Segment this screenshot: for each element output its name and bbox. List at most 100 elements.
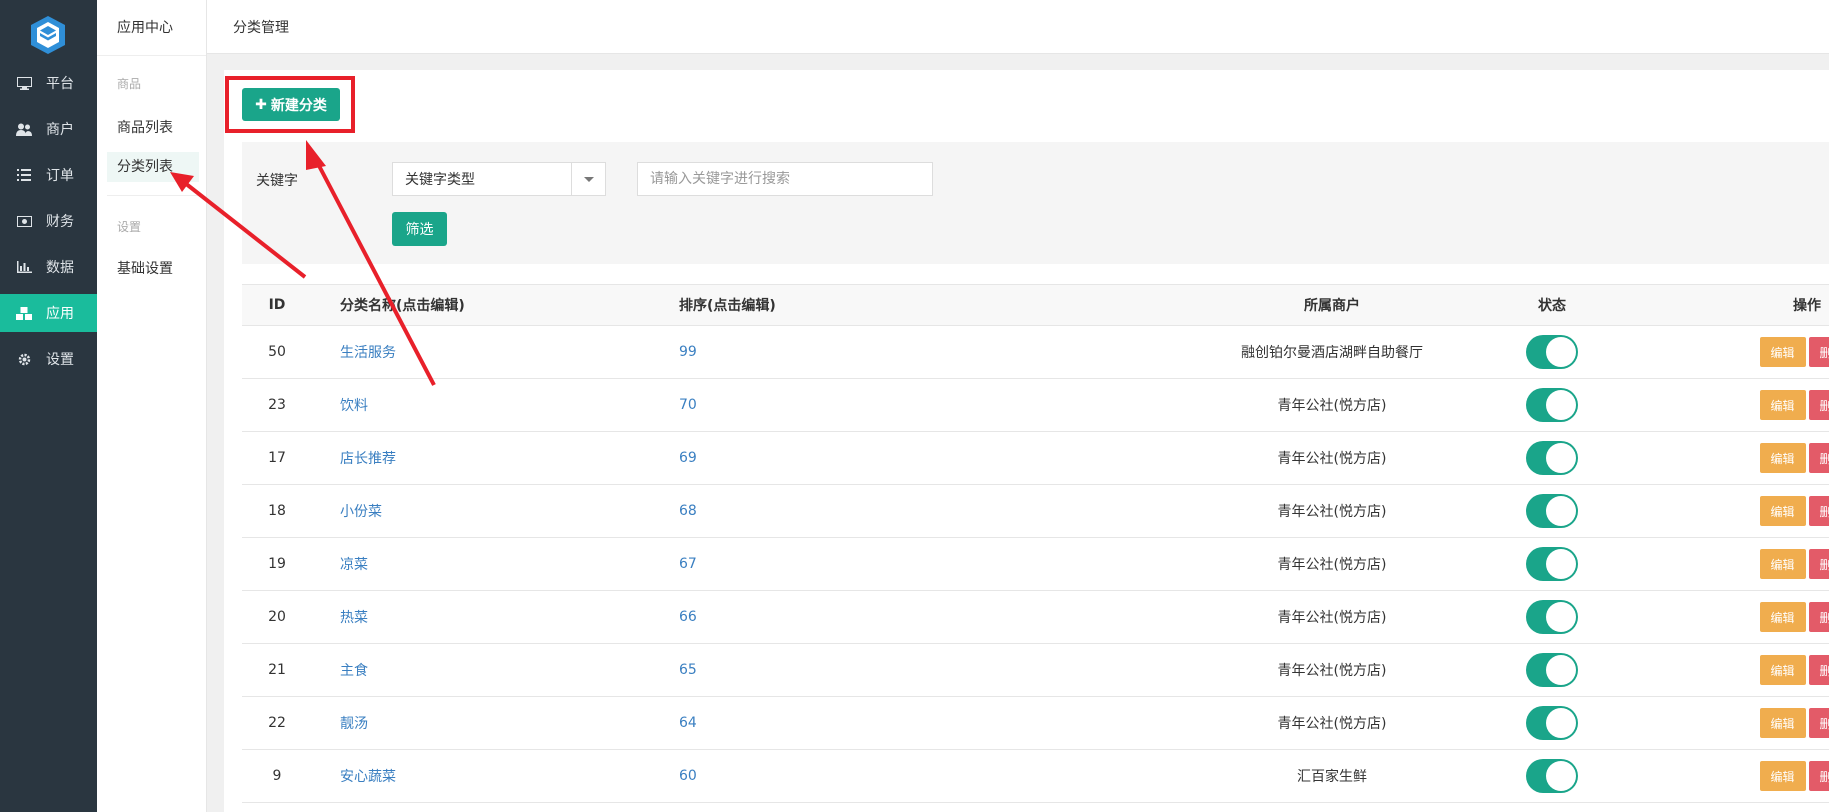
status-toggle[interactable]: [1526, 494, 1578, 528]
row-name-cell: 小份菜: [340, 485, 382, 537]
category-table: ID 分类名称(点击编辑) 排序(点击编辑) 所属商户 状态 操作 50 生活服务…: [242, 284, 1829, 803]
nav-item-platform[interactable]: 平台: [0, 64, 97, 102]
category-name-link[interactable]: 店长推荐: [340, 448, 396, 468]
sort-value-link[interactable]: 64: [679, 715, 697, 731]
row-name-cell: 饮料: [340, 379, 368, 431]
plus-icon: ✚: [255, 96, 267, 113]
nav-label: 订单: [46, 168, 74, 184]
toggle-knob: [1546, 443, 1576, 473]
row-actions: 编辑删除: [1682, 485, 1829, 537]
row-name-cell: 主食: [340, 644, 368, 696]
row-id: 17: [268, 450, 286, 466]
sort-value-link[interactable]: 69: [679, 450, 697, 466]
edit-button[interactable]: 编辑: [1759, 443, 1806, 473]
subnav-item-goods-list[interactable]: 商品列表: [107, 113, 199, 143]
row-status-cell: [1482, 326, 1622, 378]
edit-button[interactable]: 编辑: [1759, 761, 1806, 791]
sort-value-link[interactable]: 65: [679, 662, 697, 678]
status-toggle[interactable]: [1526, 335, 1578, 369]
nav-item-settings[interactable]: 设置: [0, 340, 97, 378]
status-toggle[interactable]: [1526, 759, 1578, 793]
toggle-knob: [1546, 655, 1576, 685]
edit-button[interactable]: 编辑: [1759, 655, 1806, 685]
edit-button[interactable]: 编辑: [1759, 549, 1806, 579]
row-name-cell: 安心蔬菜: [340, 750, 396, 802]
category-name-link[interactable]: 热菜: [340, 607, 368, 627]
row-sort-cell: 60: [679, 750, 697, 802]
toggle-knob: [1546, 708, 1576, 738]
row-actions: 编辑删除: [1682, 591, 1829, 643]
delete-button[interactable]: 删除: [1808, 443, 1829, 473]
new-category-button[interactable]: ✚ 新建分类: [242, 88, 340, 121]
row-id: 9: [272, 768, 282, 784]
table-row: 19凉菜67青年公社(悦方店)编辑删除: [242, 538, 1829, 591]
status-toggle[interactable]: [1526, 653, 1578, 687]
table-row: 21主食65青年公社(悦方店)编辑删除: [242, 644, 1829, 697]
status-toggle[interactable]: [1526, 600, 1578, 634]
table-row: 23饮料70青年公社(悦方店)编辑删除: [242, 379, 1829, 432]
sort-value-link[interactable]: 68: [679, 503, 697, 519]
toggle-knob: [1546, 549, 1576, 579]
delete-button[interactable]: 删除: [1808, 549, 1829, 579]
header-sort: 排序(点击编辑): [679, 298, 776, 314]
delete-button[interactable]: 删除: [1808, 496, 1829, 526]
row-sort-cell: 64: [679, 697, 697, 749]
nav-item-data[interactable]: 数据: [0, 248, 97, 286]
edit-button[interactable]: 编辑: [1759, 390, 1806, 420]
delete-button[interactable]: 删除: [1808, 390, 1829, 420]
subnav-item-basic-settings[interactable]: 基础设置: [107, 254, 199, 284]
nav-item-merchant[interactable]: 商户: [0, 110, 97, 148]
category-name-link[interactable]: 靓汤: [340, 713, 368, 733]
users-icon: [16, 122, 32, 136]
status-toggle[interactable]: [1526, 388, 1578, 422]
nav-item-finance[interactable]: 财务: [0, 202, 97, 240]
row-sort-cell: 70: [679, 379, 697, 431]
row-id: 22: [268, 715, 286, 731]
edit-button[interactable]: 编辑: [1759, 708, 1806, 738]
row-sort-cell: 68: [679, 485, 697, 537]
delete-button[interactable]: 删除: [1808, 337, 1829, 367]
filter-button[interactable]: 筛选: [392, 212, 447, 246]
edit-button[interactable]: 编辑: [1759, 602, 1806, 632]
sort-value-link[interactable]: 99: [679, 344, 697, 360]
nav-item-orders[interactable]: 订单: [0, 156, 97, 194]
category-name-link[interactable]: 生活服务: [340, 342, 396, 362]
app-logo-icon[interactable]: [28, 14, 68, 56]
subnav-divider: [107, 195, 199, 196]
search-input[interactable]: [637, 162, 933, 196]
nav-label: 财务: [46, 214, 74, 230]
chevron-down-icon: [571, 163, 605, 195]
delete-button[interactable]: 删除: [1808, 655, 1829, 685]
row-actions: 编辑删除: [1682, 326, 1829, 378]
header-actions: 操作: [1793, 298, 1821, 314]
nav-item-apps[interactable]: 应用: [0, 294, 97, 332]
sort-value-link[interactable]: 67: [679, 556, 697, 572]
row-actions: 编辑删除: [1682, 379, 1829, 431]
monitor-icon: [16, 76, 32, 90]
sort-value-link[interactable]: 60: [679, 768, 697, 784]
category-name-link[interactable]: 安心蔬菜: [340, 766, 396, 786]
sort-value-link[interactable]: 70: [679, 397, 697, 413]
nav-label: 平台: [46, 76, 74, 92]
category-name-link[interactable]: 饮料: [340, 395, 368, 415]
category-name-link[interactable]: 凉菜: [340, 554, 368, 574]
row-status-cell: [1482, 485, 1622, 537]
status-toggle[interactable]: [1526, 706, 1578, 740]
edit-button[interactable]: 编辑: [1759, 496, 1806, 526]
edit-button[interactable]: 编辑: [1759, 337, 1806, 367]
row-sort-cell: 65: [679, 644, 697, 696]
sort-value-link[interactable]: 66: [679, 609, 697, 625]
keyword-type-select[interactable]: 关键字类型: [392, 162, 606, 196]
delete-button[interactable]: 删除: [1808, 708, 1829, 738]
delete-button[interactable]: 删除: [1808, 761, 1829, 791]
status-toggle[interactable]: [1526, 441, 1578, 475]
row-status-cell: [1482, 750, 1622, 802]
row-id: 21: [268, 662, 286, 678]
category-name-link[interactable]: 主食: [340, 660, 368, 680]
category-name-link[interactable]: 小份菜: [340, 501, 382, 521]
subnav-item-category-list[interactable]: 分类列表: [107, 152, 199, 182]
table-header: ID 分类名称(点击编辑) 排序(点击编辑) 所属商户 状态 操作: [242, 284, 1829, 326]
row-status-cell: [1482, 538, 1622, 590]
delete-button[interactable]: 删除: [1808, 602, 1829, 632]
status-toggle[interactable]: [1526, 547, 1578, 581]
